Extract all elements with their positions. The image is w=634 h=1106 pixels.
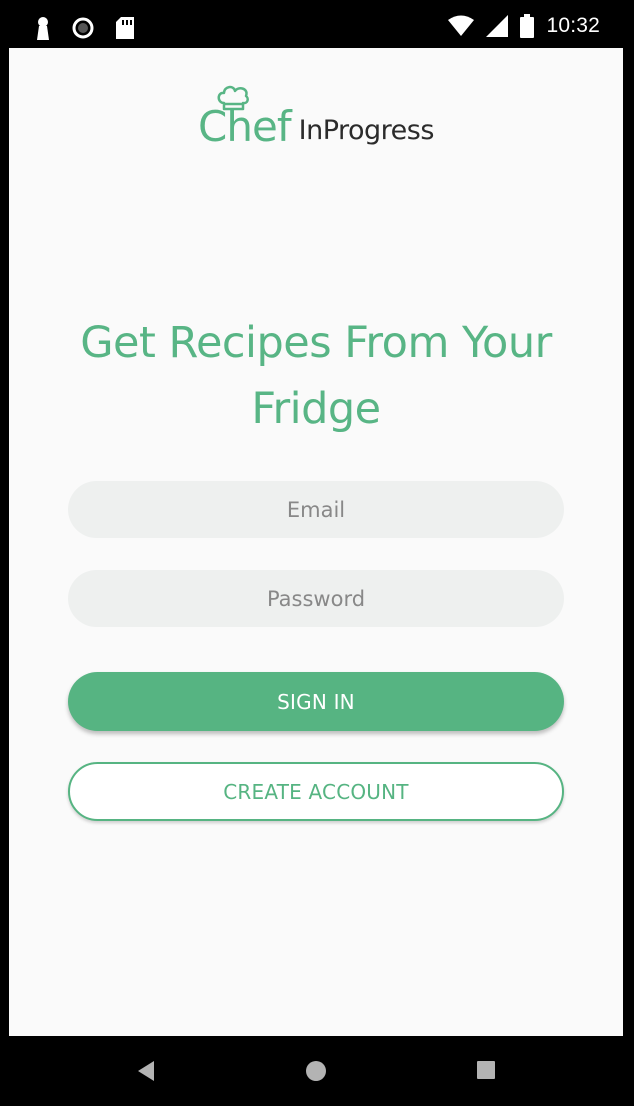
cellular-icon xyxy=(486,15,509,37)
battery-icon xyxy=(520,14,535,38)
keyhole-icon xyxy=(36,16,50,40)
create-account-label: CREATE ACCOUNT xyxy=(223,779,409,804)
logo-inprogress-text: InProgress xyxy=(298,115,435,146)
status-bar: 10:32 xyxy=(0,0,634,48)
email-placeholder: Email xyxy=(286,497,346,522)
wifi-icon xyxy=(448,15,475,37)
app-screen: Chef InProgress Get Recipes From Your Fr… xyxy=(9,48,623,1036)
status-time: 10:32 xyxy=(546,14,600,37)
device-frame: 10:32 Chef InProgress Get Recipes From Y… xyxy=(0,0,634,1106)
status-left-icons xyxy=(36,16,134,40)
email-field[interactable]: Email xyxy=(68,481,564,538)
recents-icon[interactable] xyxy=(476,1060,496,1080)
create-account-button[interactable]: CREATE ACCOUNT xyxy=(68,762,564,821)
sign-in-label: SIGN IN xyxy=(277,689,355,714)
status-right-icons: 10:32 xyxy=(448,14,600,38)
password-placeholder: Password xyxy=(266,586,366,611)
password-field[interactable]: Password xyxy=(68,570,564,627)
home-icon[interactable] xyxy=(305,1060,327,1082)
sync-icon xyxy=(72,17,94,39)
logo-chef-wordmark: Chef xyxy=(198,85,292,148)
navigation-bar xyxy=(0,1036,634,1106)
sign-in-button[interactable]: SIGN IN xyxy=(68,672,564,731)
headline: Get Recipes From Your Fridge xyxy=(80,318,552,434)
sd-card-icon xyxy=(116,17,134,39)
back-icon[interactable] xyxy=(136,1060,156,1082)
app-logo: Chef InProgress xyxy=(9,85,623,148)
chef-hat-icon xyxy=(216,78,250,120)
